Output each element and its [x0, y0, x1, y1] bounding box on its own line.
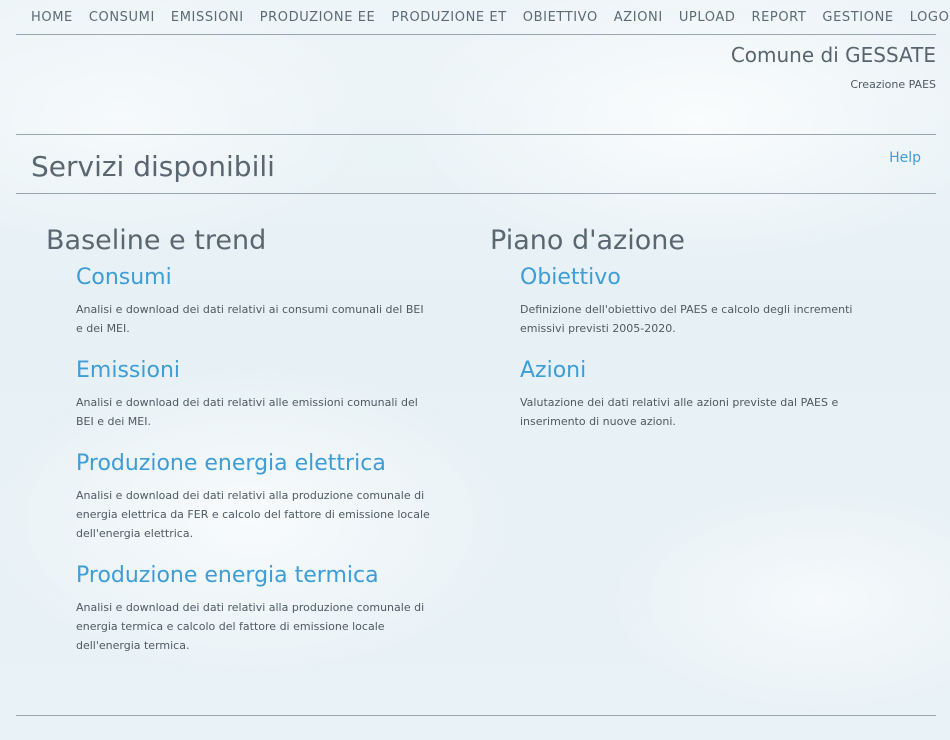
- header-subtitle: Creazione PAES: [850, 78, 936, 91]
- service-link-obiettivo[interactable]: Obiettivo: [520, 264, 890, 292]
- service-link-azioni[interactable]: Azioni: [520, 357, 890, 385]
- section-title-baseline: Baseline e trend: [46, 225, 267, 256]
- service-desc-produzione-et: Analisi e download dei dati relativi all…: [76, 601, 425, 652]
- nav-home[interactable]: HOME: [31, 10, 73, 25]
- title-bar: Servizi disponibili Help: [16, 134, 936, 194]
- service-link-produzione-ee[interactable]: Produzione energia elettrica: [76, 450, 446, 478]
- service-emissioni: Emissioni Analisi e download dei dati re…: [76, 357, 446, 431]
- service-desc-produzione-ee: Analisi e download dei dati relativi all…: [76, 489, 430, 540]
- service-produzione-ee: Produzione energia elettrica Analisi e d…: [76, 450, 446, 543]
- nav-gestione[interactable]: GESTIONE: [822, 10, 893, 25]
- section-baseline: Baseline e trend Consumi Analisi e downl…: [46, 225, 446, 655]
- service-desc-consumi: Analisi e download dei dati relativi ai …: [76, 303, 424, 335]
- service-link-emissioni[interactable]: Emissioni: [76, 357, 446, 385]
- nav-consumi[interactable]: CONSUMI: [89, 10, 155, 25]
- service-consumi: Consumi Analisi e download dei dati rela…: [76, 264, 446, 338]
- page-title: Servizi disponibili: [31, 150, 275, 183]
- service-link-produzione-et[interactable]: Produzione energia termica: [76, 562, 446, 590]
- service-desc-azioni: Valutazione dei dati relativi alle azion…: [520, 396, 839, 428]
- section-piano-azione: Piano d'azione Obiettivo Definizione del…: [490, 225, 890, 431]
- footer-divider: [16, 715, 936, 716]
- help-link[interactable]: Help: [889, 150, 921, 166]
- nav-logout[interactable]: LOGOUT: [910, 10, 950, 25]
- nav-azioni[interactable]: AZIONI: [614, 10, 663, 25]
- service-produzione-et: Produzione energia termica Analisi e dow…: [76, 562, 446, 655]
- comune-name: Comune di GESSATE: [730, 43, 936, 67]
- nav-produzione-ee[interactable]: PRODUZIONE EE: [260, 10, 376, 25]
- nav-emissioni[interactable]: EMISSIONI: [171, 10, 244, 25]
- section-title-piano-azione: Piano d'azione: [490, 225, 685, 256]
- service-obiettivo: Obiettivo Definizione dell'obiettivo del…: [520, 264, 890, 338]
- service-desc-obiettivo: Definizione dell'obiettivo del PAES e ca…: [520, 303, 853, 335]
- service-desc-emissioni: Analisi e download dei dati relativi all…: [76, 396, 418, 428]
- nav-upload[interactable]: UPLOAD: [679, 10, 736, 25]
- nav-report[interactable]: REPORT: [751, 10, 806, 25]
- nav-produzione-et[interactable]: PRODUZIONE ET: [391, 10, 506, 25]
- top-nav: HOME CONSUMI EMISSIONI PRODUZIONE EE PRO…: [16, 0, 950, 35]
- service-link-consumi[interactable]: Consumi: [76, 264, 446, 292]
- nav-obiettivo[interactable]: OBIETTIVO: [523, 10, 598, 25]
- service-azioni: Azioni Valutazione dei dati relativi all…: [520, 357, 890, 431]
